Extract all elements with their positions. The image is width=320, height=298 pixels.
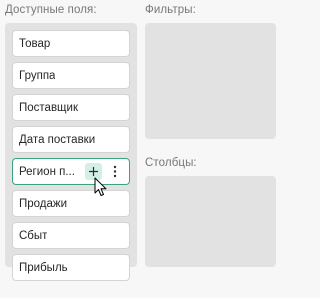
field-item-delivery-date[interactable]: Дата поставки xyxy=(12,126,130,153)
filters-title: Фильтры: xyxy=(145,4,196,16)
field-item-group[interactable]: Группа xyxy=(12,62,130,89)
add-field-button[interactable] xyxy=(85,163,102,180)
more-options-button[interactable] xyxy=(108,163,122,180)
field-item-sales[interactable]: Продажи xyxy=(12,190,130,217)
available-fields-list: Товар Группа Поставщик Дата поставки Рег… xyxy=(12,30,130,286)
field-item-supplier[interactable]: Поставщик xyxy=(12,94,130,121)
field-item-profit[interactable]: Прибыль xyxy=(12,254,130,281)
field-item-product[interactable]: Товар xyxy=(12,30,130,57)
columns-title: Столбцы: xyxy=(145,157,197,169)
field-item-sbyt[interactable]: Сбыт xyxy=(12,222,130,249)
field-label: Дата поставки xyxy=(19,133,96,146)
field-label: Поставщик xyxy=(19,101,78,114)
more-vertical-icon xyxy=(113,165,117,178)
field-label: Продажи xyxy=(19,197,68,210)
field-label: Товар xyxy=(19,37,51,50)
field-label: Прибыль xyxy=(19,261,68,274)
columns-drop-zone[interactable] xyxy=(145,176,276,267)
filters-drop-zone[interactable] xyxy=(145,23,276,139)
available-fields-title: Доступные поля: xyxy=(5,4,97,16)
field-label: Группа xyxy=(19,69,56,82)
plus-icon xyxy=(89,167,98,176)
field-item-region[interactable]: Регион п... xyxy=(12,158,130,185)
field-label: Регион п... xyxy=(19,165,75,178)
field-label: Сбыт xyxy=(19,229,48,242)
